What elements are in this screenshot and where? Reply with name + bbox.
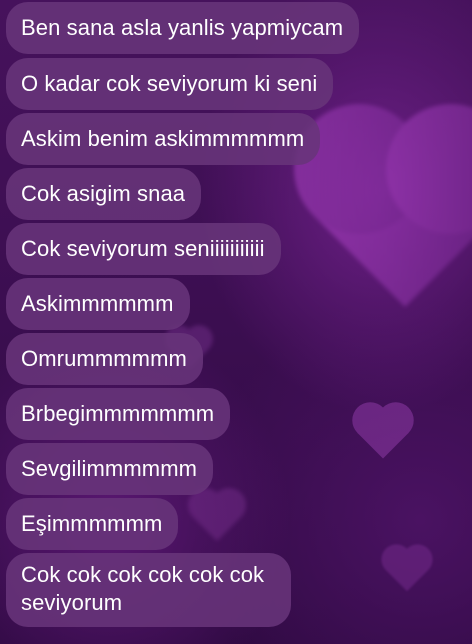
message-bubble[interactable]: Cok cok cok cok cok cok seviyorum bbox=[6, 553, 291, 627]
message-bubble[interactable]: Sevgilimmmmmm bbox=[6, 443, 214, 495]
message-bubble[interactable]: Brbegimmmmmmm bbox=[6, 388, 231, 440]
message-bubble[interactable]: Askimmmmmm bbox=[6, 278, 190, 330]
message-bubble[interactable]: Cok seviyorum seniiiiiiiiiii bbox=[6, 223, 281, 275]
heart-wallpaper-icon bbox=[385, 548, 429, 592]
message-bubble[interactable]: Cok asigim snaa bbox=[6, 168, 202, 220]
message-bubble[interactable]: Eşimmmmmm bbox=[6, 498, 179, 550]
message-bubble[interactable]: O kadar cok seviyorum ki seni bbox=[6, 58, 334, 110]
message-bubble[interactable]: Askim benim askimmmmmm bbox=[6, 113, 321, 165]
heart-wallpaper-icon bbox=[357, 407, 409, 459]
message-bubble[interactable]: Omrummmmmm bbox=[6, 333, 203, 385]
heart-wallpaper-icon bbox=[313, 123, 472, 307]
heart-wallpaper-icon bbox=[192, 492, 242, 542]
message-bubble[interactable]: Ben sana asla yanlis yapmiycam bbox=[6, 2, 360, 54]
